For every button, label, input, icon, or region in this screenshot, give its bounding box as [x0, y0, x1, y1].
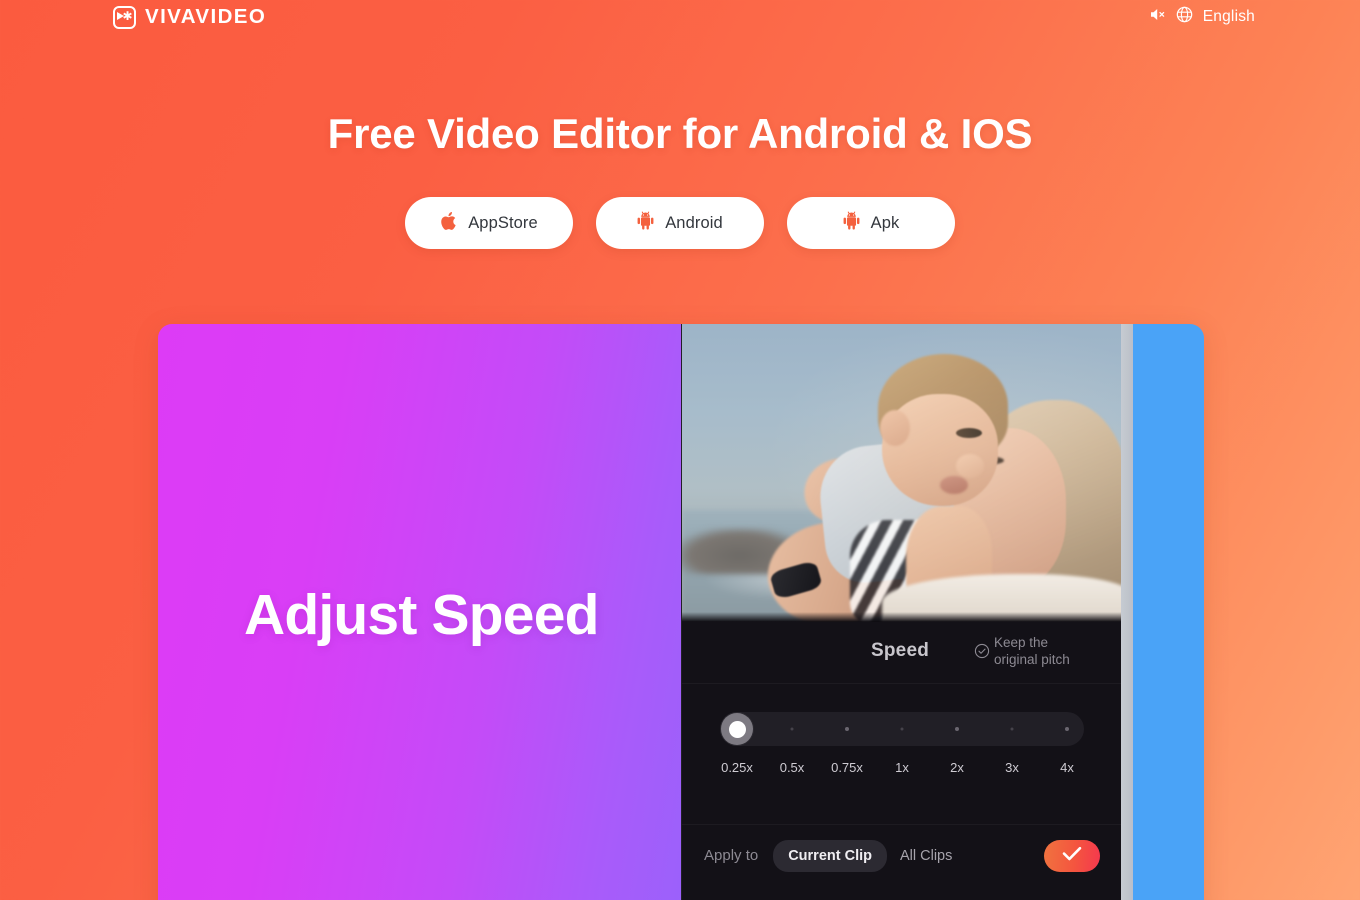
- speed-tick-dot[interactable]: [790, 727, 794, 731]
- download-buttons-row: AppStore Android Apk: [0, 197, 1360, 249]
- globe-icon[interactable]: [1176, 6, 1193, 28]
- vivavideo-logo-icon: ✱: [113, 5, 136, 29]
- speed-slider-wrapper: 0.25x 0.5x 0.75x 1x 2x 3x 4x: [720, 712, 1084, 778]
- speed-tick-label[interactable]: 1x: [895, 760, 909, 775]
- feature-card-right-panel: [1121, 324, 1204, 900]
- brand-logo[interactable]: ✱ VIVAVIDEO: [113, 5, 266, 29]
- android-button-label: Android: [665, 213, 723, 232]
- feature-card-left-panel: Adjust Speed: [158, 324, 681, 900]
- speed-tick-labels: 0.25x 0.5x 0.75x 1x 2x 3x 4x: [720, 760, 1084, 778]
- speed-slider-track[interactable]: [720, 712, 1084, 746]
- speed-tick-dot[interactable]: [1010, 727, 1014, 731]
- speed-tick-dot[interactable]: [900, 727, 904, 731]
- check-icon: [1061, 845, 1083, 867]
- android-icon: [843, 211, 860, 235]
- top-bar-right: English: [1149, 6, 1255, 28]
- panel-divider: [1121, 324, 1133, 900]
- confirm-button[interactable]: [1044, 839, 1100, 872]
- language-selector[interactable]: English: [1203, 8, 1255, 26]
- star-shape: ✱: [122, 9, 133, 23]
- speed-tick-label[interactable]: 2x: [950, 760, 964, 775]
- appstore-button-label: AppStore: [468, 213, 538, 232]
- page-title: Free Video Editor for Android & IOS: [327, 110, 1033, 157]
- speed-panel-header: Speed Keep the original pitch: [682, 622, 1121, 684]
- speed-tick-dot[interactable]: [955, 727, 959, 731]
- video-bottom-fade: [682, 612, 1121, 622]
- top-bar: ✱ VIVAVIDEO English: [0, 0, 1360, 34]
- apply-option-current-clip[interactable]: Current Clip: [773, 839, 887, 872]
- apply-option-all-clips[interactable]: All Clips: [900, 848, 952, 864]
- speed-tick-label[interactable]: 0.5x: [780, 760, 805, 775]
- speed-slider-handle[interactable]: [721, 713, 753, 745]
- speed-tick-dot[interactable]: [1065, 727, 1069, 731]
- android-download-button[interactable]: Android: [596, 197, 764, 249]
- appstore-download-button[interactable]: AppStore: [405, 197, 573, 249]
- apk-button-label: Apk: [870, 213, 900, 232]
- speed-panel: Speed Keep the original pitch 0.25x 0.5x 0.…: [682, 622, 1121, 900]
- check-circle-icon: [974, 643, 990, 664]
- apply-to-label: Apply to: [704, 847, 759, 864]
- keep-original-pitch-label: Keep the original pitch: [994, 634, 1086, 668]
- speed-tick-label[interactable]: 0.75x: [831, 760, 863, 775]
- phone-screen: Speed Keep the original pitch 0.25x 0.5x 0.…: [681, 324, 1121, 900]
- brand-name: VIVAVIDEO: [145, 5, 267, 28]
- apply-to-bar: Apply to Current Clip All Clips: [682, 824, 1121, 886]
- pitch-label-line1: Keep the: [994, 635, 1049, 650]
- speed-tick-dot[interactable]: [845, 727, 849, 731]
- sound-muted-icon[interactable]: [1149, 7, 1166, 27]
- speed-tick-label[interactable]: 3x: [1005, 760, 1019, 775]
- speed-panel-title: Speed: [871, 640, 930, 661]
- pitch-label-line2: original pitch: [994, 652, 1070, 667]
- video-light-overlay: [682, 324, 1121, 622]
- apple-icon: [440, 211, 457, 236]
- speed-tick-label[interactable]: 4x: [1060, 760, 1074, 775]
- keep-original-pitch-toggle[interactable]: Keep the original pitch: [974, 634, 1086, 668]
- android-icon: [637, 211, 654, 235]
- feature-headline: Adjust Speed: [244, 583, 599, 647]
- apk-download-button[interactable]: Apk: [787, 197, 955, 249]
- video-preview[interactable]: [682, 324, 1121, 622]
- speed-tick-label[interactable]: 0.25x: [721, 760, 753, 775]
- feature-card: Adjust Speed Speed Keep the original pit…: [158, 324, 1204, 900]
